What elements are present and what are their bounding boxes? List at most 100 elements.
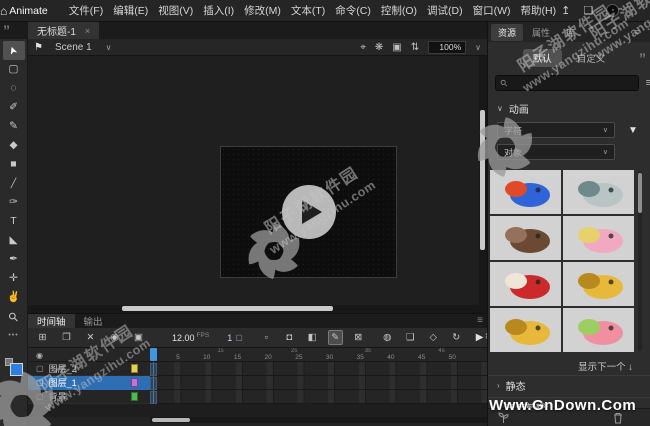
menu-item[interactable]: 视图(V)	[153, 3, 198, 18]
more-tools[interactable]: •••	[3, 326, 25, 345]
assets-scrollbar[interactable]	[638, 171, 642, 351]
onion-skin-button[interactable]: ◍	[380, 330, 395, 345]
menu-item[interactable]: 插入(I)	[198, 3, 239, 18]
search-box[interactable]: ⚲	[495, 75, 639, 91]
section-static[interactable]: › 静态	[488, 375, 650, 395]
panel-tab[interactable]: 库	[559, 24, 582, 41]
delete-button[interactable]: ✕	[83, 330, 98, 345]
scrollbar-thumb[interactable]	[638, 173, 642, 213]
loop-button[interactable]: ↻	[449, 330, 464, 345]
frame-cell[interactable]	[150, 377, 157, 390]
camera-button[interactable]: ◉	[107, 330, 122, 345]
funnel-filter-icon[interactable]: ▼	[628, 125, 638, 136]
scrollbar-thumb[interactable]	[152, 418, 190, 422]
edit-multiple-frames-button[interactable]: ◇	[426, 330, 441, 345]
thumb-parrot[interactable]	[490, 170, 561, 214]
layer-name[interactable]: 图层_2	[49, 362, 77, 375]
zoom-level-select[interactable]: 100%	[428, 41, 466, 54]
menu-item[interactable]: 文件(F)	[64, 3, 108, 18]
assets-view-tab[interactable]: 默认	[523, 49, 562, 67]
play-button[interactable]	[282, 185, 336, 239]
layer-name[interactable]: 图层_1	[49, 376, 77, 389]
stage-vertical-scrollbar[interactable]	[479, 56, 487, 305]
document-tab[interactable]: 无标题-1 ×	[28, 22, 99, 39]
center-stage-button[interactable]: ⌖	[360, 42, 366, 53]
pasteboard[interactable]	[28, 56, 487, 313]
playhead[interactable]	[150, 348, 157, 361]
clip-content-button[interactable]: ❋	[375, 42, 383, 53]
asset-warp-tool[interactable]: ✛	[3, 269, 25, 288]
filter-list-icon[interactable]: ≡	[646, 77, 650, 89]
new-folder-button[interactable]: ❐	[59, 330, 74, 345]
图层_2[interactable]: ▢ 图层_2	[28, 362, 150, 376]
zoom-chevron-icon[interactable]: ∨	[475, 43, 481, 52]
thumb-dog-sitting[interactable]	[490, 308, 561, 352]
object-dropdown[interactable]: 对象 ∨	[497, 144, 615, 160]
play-timeline-button[interactable]: ▶	[476, 332, 484, 343]
insert-frame-button[interactable]: ◧	[305, 330, 320, 345]
layer-name[interactable]: 背景	[49, 390, 67, 403]
timeline-tab[interactable]: 时间轴	[28, 314, 75, 328]
stage-outline-button[interactable]: ▣	[392, 42, 401, 53]
classic-brush-tool[interactable]: ✎	[3, 117, 25, 136]
delete-frame-button[interactable]: ⊠	[351, 330, 366, 345]
lasso-tool[interactable]: ◌	[3, 79, 25, 98]
thumb-parachute-pig[interactable]	[563, 308, 634, 352]
eraser-tool[interactable]: ◆	[3, 136, 25, 155]
thumb-wolf[interactable]	[490, 216, 561, 260]
eye-icon[interactable]: ◉	[36, 351, 43, 360]
insert-blank-keyframe-button[interactable]: ◘	[282, 330, 297, 345]
scene-name[interactable]: Scene 1	[55, 42, 92, 53]
panel-tab[interactable]: 资源	[491, 24, 523, 41]
stage-canvas[interactable]	[220, 146, 397, 278]
share-icon[interactable]: ↥	[561, 4, 570, 17]
paint-brush-tool[interactable]: ✑	[3, 193, 25, 212]
workspace-icon[interactable]: ❏	[583, 4, 593, 17]
assets-view-tab[interactable]: 自定义	[567, 49, 616, 67]
menu-item[interactable]: 帮助(H)	[516, 3, 562, 18]
menu-item[interactable]: 编辑(E)	[108, 3, 153, 18]
line-tool[interactable]: ╱	[3, 174, 25, 193]
layer-color-chip[interactable]	[131, 364, 138, 373]
insert-keyframe-button[interactable]: ▫	[259, 330, 274, 345]
chevron-down-icon[interactable]: ∨	[106, 43, 112, 52]
thumb-dog-barking[interactable]	[563, 262, 634, 306]
layer-color-chip[interactable]	[131, 392, 138, 401]
layer-color-chip[interactable]	[131, 378, 138, 387]
rotation-button[interactable]: ⇅	[411, 42, 419, 53]
图层_1[interactable]: ▢ 图层_1	[28, 376, 150, 390]
auto-keyframe-button[interactable]: ✎	[328, 330, 343, 345]
timeline-scrollbar[interactable]	[150, 417, 487, 423]
trash-icon[interactable]	[613, 412, 623, 424]
quick-publish-icon[interactable]: ◦	[606, 4, 619, 17]
character-dropdown[interactable]: 字符 ∨	[497, 122, 615, 138]
frame-cell[interactable]	[150, 391, 157, 404]
selection-tool[interactable]: ➤	[3, 41, 25, 60]
close-tab-icon[interactable]: ×	[85, 26, 90, 36]
eyedropper-tool[interactable]: ✒	[3, 250, 25, 269]
scrollbar-thumb[interactable]	[480, 110, 485, 250]
menu-item[interactable]: 命令(C)	[330, 3, 376, 18]
panel-tab[interactable]: 属性	[525, 24, 557, 41]
paint-bucket-tool[interactable]: ◣	[3, 231, 25, 250]
panel-menu-icon[interactable]: ≡	[635, 27, 640, 37]
home-icon[interactable]: ⌂	[0, 4, 7, 18]
stage-horizontal-scrollbar[interactable]	[28, 305, 487, 313]
背景[interactable]: ▢ 背景	[28, 390, 150, 404]
search-input[interactable]	[512, 77, 633, 89]
menu-item[interactable]: 窗口(W)	[468, 3, 516, 18]
hand-tool[interactable]: ✌	[3, 288, 25, 307]
scrollbar-thumb[interactable]	[122, 306, 333, 311]
onion-skin-outline-button[interactable]: ❏	[403, 330, 418, 345]
frame-rate[interactable]: 12.00 FPS	[172, 333, 209, 343]
parent-view-button[interactable]: ▣	[131, 330, 146, 345]
menu-item[interactable]: 控制(O)	[376, 3, 422, 18]
timeline-tab[interactable]: 输出	[75, 314, 112, 328]
frames-grid[interactable]	[150, 362, 487, 404]
menu-item[interactable]: 修改(M)	[239, 3, 286, 18]
section-animated[interactable]: ∨ 动画	[497, 101, 641, 116]
thumb-robot[interactable]	[563, 170, 634, 214]
rectangle-tool[interactable]: ■	[3, 155, 25, 174]
fluid-brush-tool[interactable]: ✐	[3, 98, 25, 117]
menu-item[interactable]: 文本(T)	[286, 3, 330, 18]
